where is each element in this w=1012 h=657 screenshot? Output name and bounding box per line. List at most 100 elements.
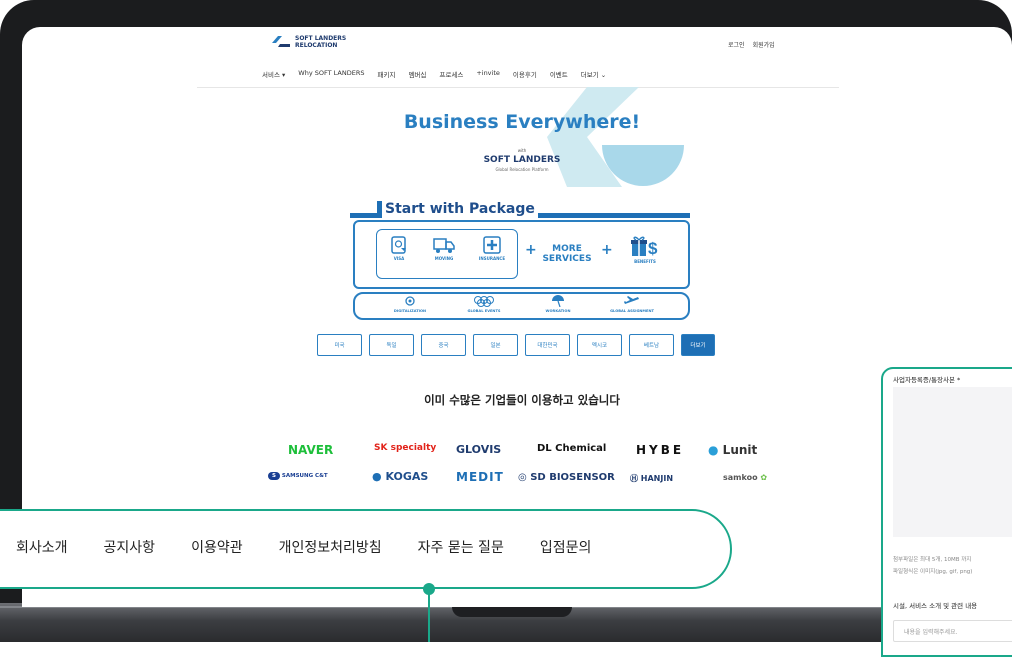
plus-icon-2: + [601,242,613,258]
client-logo-sk: SK specialty [374,443,437,453]
package-benefits-label: BENEFITS [634,259,656,264]
footer-terms[interactable]: 이용약관 [191,537,243,557]
package-benefits[interactable]: $ BENEFITS [625,235,665,264]
top-links: 로그인 회원가입 [728,40,775,49]
nav-membership[interactable]: 멤버십 [408,69,426,79]
file-upload-area[interactable] [893,387,1012,537]
nav-events[interactable]: 이벤트 [550,69,568,79]
olympic-rings-icon [474,296,494,307]
country-germany[interactable]: 독일 [369,334,414,356]
more-services-line2: SERVICES [542,254,592,264]
service-workation-label: WORKATION [545,309,571,313]
airplane-icon [624,296,639,304]
truck-icon [433,238,455,253]
login-link[interactable]: 로그인 [728,40,745,49]
nav-invite[interactable]: +invite [476,69,500,79]
country-usa[interactable]: 미국 [317,334,362,356]
hanjin-mark-icon: Ⓗ [630,474,638,483]
biz-doc-label: 사업자등록증/통장사본 * [893,376,961,384]
footer-faq[interactable]: 자주 묻는 질문 [418,537,504,557]
nav-why[interactable]: Why SOFT LANDERS [298,69,364,79]
footer-nav: 회사소개 공지사항 이용약관 개인정보처리방침 자주 묻는 질문 입점문의 [16,537,591,557]
service-digitalization-label: DIGITALIZATION [393,309,427,313]
service-global-assignment[interactable]: GLOBAL ASSIGNMENT [602,295,662,313]
kogas-mark-icon: ● [372,470,382,483]
client-logo-lunit: ● Lunit [708,443,757,457]
service-digitalization[interactable]: DIGITALIZATION [380,295,440,313]
svg-text:$: $ [648,239,658,257]
country-tabs: 미국 독일 중국 일본 대한민국 멕시코 베트남 더보기 [317,334,715,356]
service-global-events[interactable]: GLOBAL EVENTS [454,295,514,313]
upload-note-line2: 파일형식은 이미지(jpg, gif, png) [893,569,973,575]
clients-title: 이미 수많은 기업들이 이용하고 있습니다 [424,393,620,407]
package-visa[interactable]: VISA [384,236,414,261]
signup-link[interactable]: 회원가입 [753,40,775,49]
client-logo-glovis: GLOVIS [456,443,502,456]
more-services-line1: MORE [552,244,582,254]
hanjin-text: HANJIN [640,474,674,483]
package-moving-label: MOVING [434,256,454,261]
upload-note: 첨부파일은 최대 5개, 10MB 까지 파일형식은 이미지(jpg, gif,… [893,554,1012,578]
service-global-assignment-label: GLOBAL ASSIGNMENT [610,309,654,313]
nav-service[interactable]: 서비스 ▾ [262,69,285,79]
client-logo-samkoo: samkoo ✿ [723,473,767,482]
country-vietnam[interactable]: 베트남 [629,334,674,356]
sd-biosensor-mark-icon: ◎ [518,472,527,483]
lunit-text: Lunit [722,443,758,457]
callout-dot [423,583,435,595]
hero-with: with [517,148,527,153]
callout-connector [428,594,430,642]
client-logo-hybe: HYBE [636,443,685,457]
country-mexico[interactable]: 멕시코 [577,334,622,356]
site-logo[interactable]: SOFT LANDERS RELOCATION [270,34,346,50]
client-logo-kogas: ● KOGAS [372,470,428,483]
footer-notice[interactable]: 공지사항 [104,537,156,557]
client-logo-sd-biosensor: ◎ SD BIOSENSOR [518,472,615,483]
footer-privacy[interactable]: 개인정보처리방침 [279,537,382,557]
samsung-text: SAMSUNG C&T [281,473,328,479]
beach-umbrella-icon [552,295,564,307]
hero-brand: SOFT LANDERS [483,155,561,165]
plus-icon: + [525,242,537,258]
client-logo-samsung: S SAMSUNG C&T [268,472,328,480]
client-logo-hanjin: Ⓗ HANJIN [630,473,673,484]
hero-subtitle: Global Relocation Platform [495,167,549,172]
samsung-badge-icon: S [268,472,280,480]
lunit-mark-icon: ● [708,443,719,457]
hero-decor-circle [602,145,684,186]
intro-input[interactable]: 내용을 입력해주세요. [893,620,1012,642]
upload-note-line1: 첨부파일은 최대 5개, 10MB 까지 [893,557,972,563]
package-moving[interactable]: MOVING [426,236,462,261]
more-services[interactable]: MORE SERVICES [541,244,593,264]
package-insurance-label: INSURANCE [478,256,506,261]
medical-cross-icon [483,236,501,254]
nav-more[interactable]: 더보기 ⌄ [581,69,606,79]
country-more-button[interactable]: 더보기 [681,334,715,356]
logo-line2: RELOCATION [295,42,338,49]
kogas-text: KOGAS [385,470,429,483]
footer-partner-inquiry[interactable]: 입점문의 [540,537,592,557]
logo-mark-icon [272,36,290,47]
country-china[interactable]: 중국 [421,334,466,356]
nav-reviews[interactable]: 이용후기 [513,69,537,79]
country-korea[interactable]: 대한민국 [525,334,570,356]
intro-label: 시설, 서비스 소개 및 관련 내용 [893,602,978,610]
gift-dollar-icon: $ [631,236,658,257]
footer-company[interactable]: 회사소개 [16,537,68,557]
service-workation[interactable]: WORKATION [528,295,588,313]
network-icon [405,296,415,306]
package-insurance[interactable]: INSURANCE [472,236,512,261]
client-logo-medit: MEDIT [456,470,504,484]
package-title: Start with Package [377,201,538,218]
hero-title: Business Everywhere! [403,111,641,133]
package-visa-label: VISA [393,256,405,261]
header-divider [197,87,839,88]
logo-line1: SOFT LANDERS [295,35,347,42]
nav-package[interactable]: 패키지 [377,69,395,79]
country-japan[interactable]: 일본 [473,334,518,356]
samkoo-leaf-icon: ✿ [760,473,768,482]
logo-text: SOFT LANDERS RELOCATION [295,35,346,49]
nav-process[interactable]: 프로세스 [439,69,463,79]
client-logo-naver: NAVER [288,443,334,457]
service-global-events-label: GLOBAL EVENTS [467,309,501,313]
